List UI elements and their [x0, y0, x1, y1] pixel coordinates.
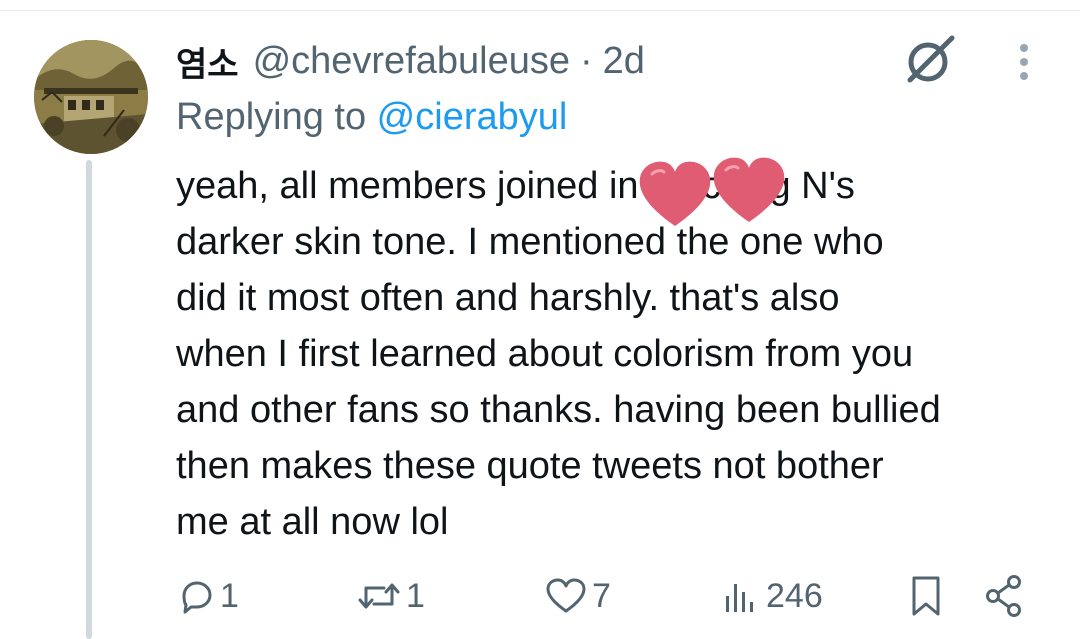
tweet-text-line: yeah, all members joined in mocking N's — [176, 165, 855, 207]
bookmark-button[interactable] — [908, 568, 944, 624]
views-icon — [726, 584, 753, 612]
retweet-count: 1 — [406, 576, 425, 615]
avatar[interactable] — [34, 40, 148, 154]
tweet-text-line: when I first learned about colorism from… — [176, 333, 914, 375]
retweet-button[interactable]: 1 — [356, 568, 425, 624]
replying-handle-link[interactable]: @cierabyul — [377, 96, 568, 138]
view-count: 246 — [766, 576, 823, 615]
reply-button[interactable]: 1 — [176, 568, 239, 624]
share-button[interactable] — [984, 568, 1024, 624]
avatar-illustration — [34, 40, 148, 154]
tweet-text-line: then makes these quote tweets not bother — [176, 445, 884, 487]
separator-dot: · — [580, 39, 593, 82]
bookmark-icon — [912, 576, 940, 616]
user-handle[interactable]: @chevrefabuleuse — [253, 40, 570, 83]
heart-sticker — [636, 160, 714, 230]
action-bar: 1 1 7 246 — [0, 568, 1080, 624]
like-button[interactable]: 7 — [544, 568, 611, 624]
tweet-header: 염소 @chevrefabuleuse · 2d — [176, 37, 645, 86]
grok-icon[interactable] — [902, 32, 958, 88]
tweet-text: yeah, all members joined in mocking N's … — [176, 158, 1056, 550]
like-icon — [546, 578, 586, 613]
replying-to: Replying to @cierabyul — [176, 96, 567, 139]
reply-count: 1 — [220, 576, 239, 615]
share-icon — [986, 575, 1021, 617]
views-button[interactable]: 246 — [722, 568, 823, 624]
like-count: 7 — [592, 576, 611, 615]
timestamp[interactable]: 2d — [603, 40, 645, 83]
tweet-text-line: did it most often and harshly. that's al… — [176, 277, 840, 319]
more-vertical-icon[interactable] — [1010, 42, 1038, 82]
reply-icon — [182, 581, 212, 614]
tweet-text-line: and other fans so thanks. having been bu… — [176, 389, 941, 431]
tweet-text-line: me at all now lol — [176, 501, 449, 543]
heart-sticker — [710, 156, 788, 226]
display-name[interactable]: 염소 — [176, 37, 239, 86]
tweet-text-line: darker skin tone. I mentioned the one wh… — [176, 221, 884, 263]
replying-prefix: Replying to — [176, 96, 377, 138]
top-divider — [0, 10, 1080, 11]
retweet-icon — [358, 583, 400, 609]
